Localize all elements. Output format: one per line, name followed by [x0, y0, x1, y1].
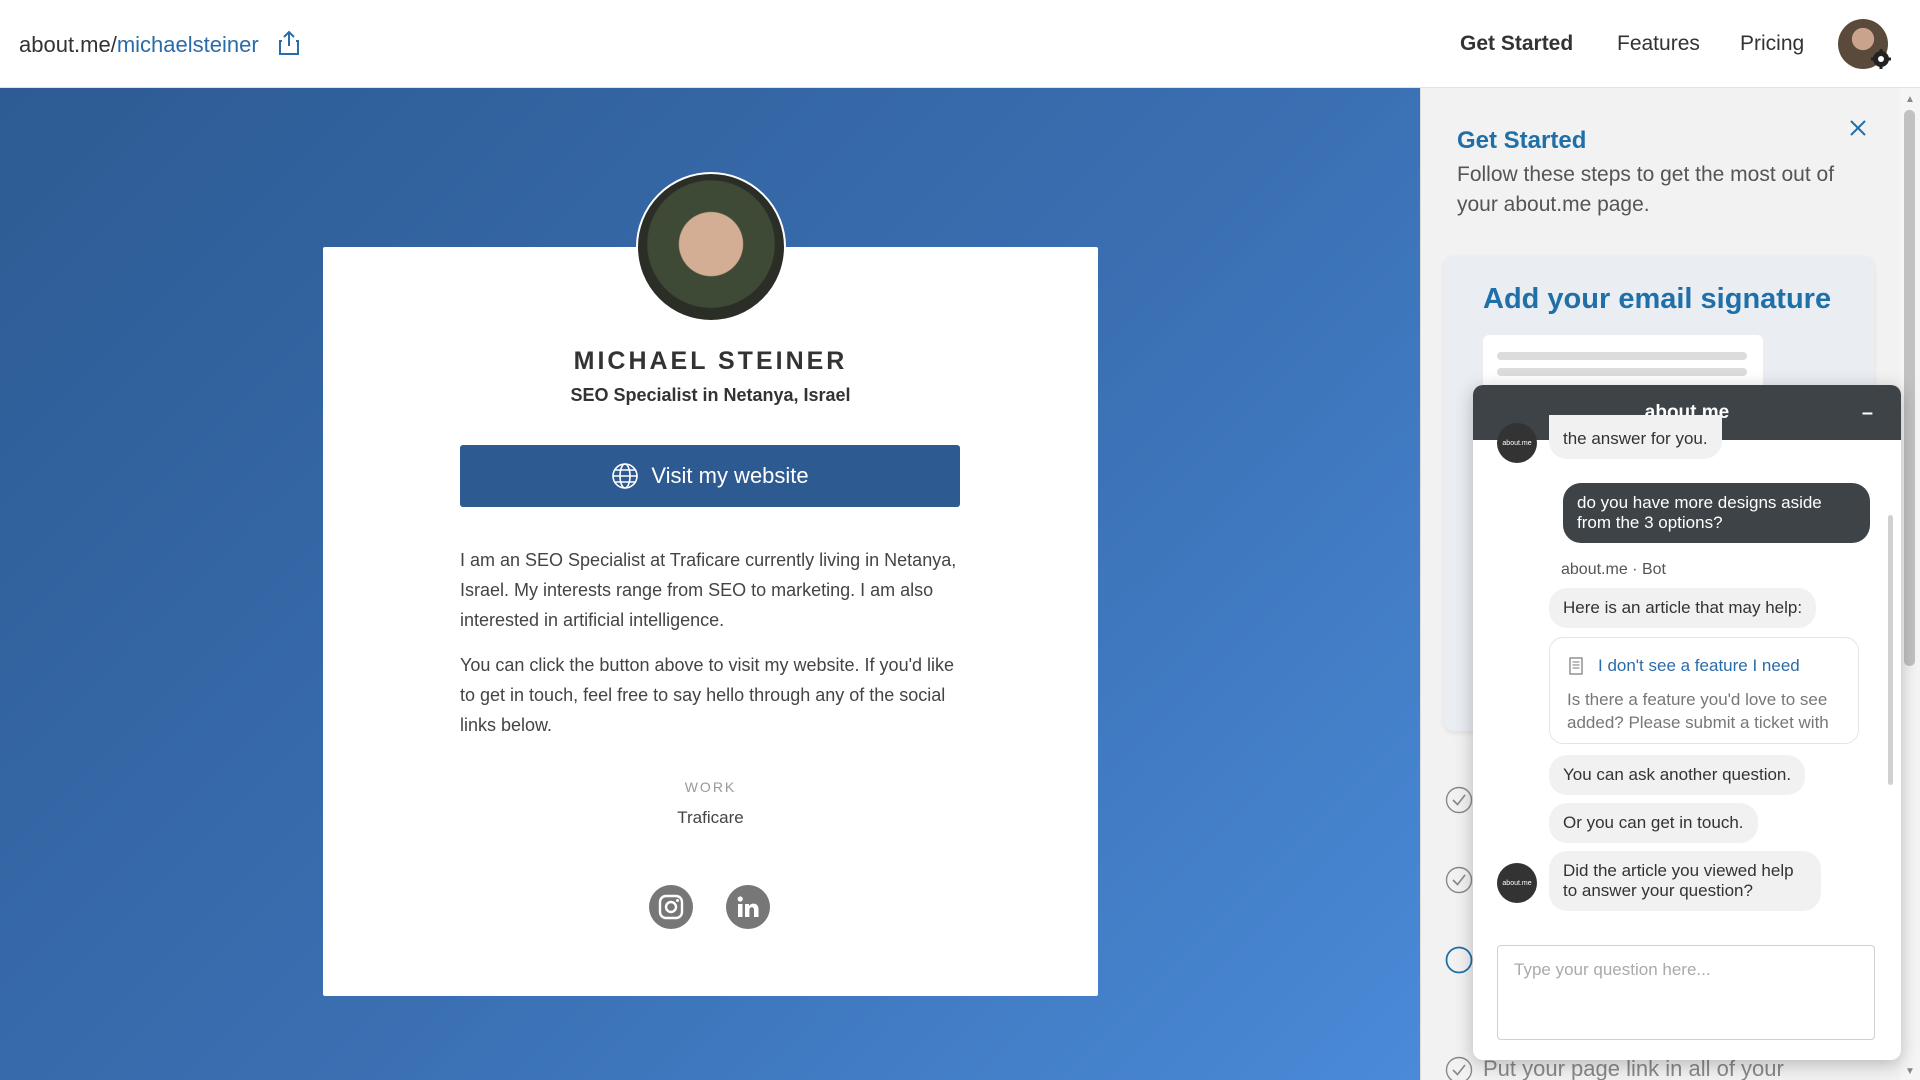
bio-paragraph-2: You can click the button above to visit … [460, 655, 955, 735]
bot-avatar-text: about.me [1502, 879, 1532, 887]
document-icon [1569, 657, 1583, 675]
nav-features[interactable]: Features [1617, 32, 1700, 56]
chat-scrollbar[interactable] [1888, 515, 1893, 785]
visit-website-label: Visit my website [651, 463, 809, 488]
bot-message: Or you can get in touch. [1549, 803, 1758, 843]
article-link[interactable]: I don't see a feature I need [1598, 656, 1800, 676]
chat-widget: about.me – about.me the answer for you. … [1473, 385, 1901, 1060]
article-card[interactable]: I don't see a feature I need Is there a … [1549, 637, 1859, 744]
bot-avatar: about.me [1497, 423, 1537, 463]
scroll-up-arrow[interactable]: ▲ [1905, 94, 1915, 105]
bot-message: Here is an article that may help: [1549, 588, 1817, 628]
bot-name: about.me [1561, 561, 1628, 578]
url-slug: michaelsteiner [116, 32, 259, 57]
instagram-icon[interactable] [649, 885, 693, 929]
profile-photo [636, 172, 786, 322]
close-icon[interactable] [1848, 118, 1868, 138]
bot-avatar: about.me [1497, 863, 1537, 903]
user-message: do you have more designs aside from the … [1563, 483, 1870, 543]
bot-meta: about.me · Bot [1561, 561, 1666, 578]
work-value: Traficare [677, 808, 744, 827]
bot-role: Bot [1641, 561, 1666, 578]
work-label: WORK [684, 779, 737, 795]
top-bar: about.me/michaelsteiner Get Started Feat… [0, 0, 1920, 88]
step-circle-icon[interactable] [1445, 946, 1473, 974]
scrollbar-thumb[interactable] [1904, 110, 1915, 666]
gear-icon[interactable] [1870, 48, 1892, 70]
email-signature-title: Add your email signature [1483, 283, 1832, 315]
article-description: Is there a feature you'd love to see add… [1567, 690, 1829, 732]
panel-subtitle: Follow these steps to get the most out o… [1457, 163, 1835, 216]
profile-name: MICHAEL STEINER [573, 347, 848, 375]
check-circle-icon[interactable] [1445, 866, 1473, 894]
bot-avatar-text: about.me [1502, 439, 1532, 447]
nav-get-started[interactable]: Get Started [1460, 32, 1573, 56]
page-url[interactable]: about.me/michaelsteiner [19, 32, 259, 58]
bio-paragraph-1: I am an SEO Specialist at Traficare curr… [460, 550, 957, 630]
share-icon[interactable] [277, 30, 301, 56]
nav-pricing[interactable]: Pricing [1740, 32, 1804, 56]
chat-question-input[interactable] [1497, 945, 1875, 1040]
minimize-button[interactable]: – [1862, 402, 1873, 425]
globe-icon [612, 463, 639, 489]
bot-message: Did the article you viewed help to answe… [1549, 851, 1821, 911]
profile-headline: SEO Specialist in Netanya, Israel [570, 385, 851, 405]
check-circle-icon[interactable] [1445, 786, 1473, 814]
panel-title: Get Started [1457, 127, 1587, 154]
url-domain: about.me/ [19, 32, 117, 57]
linkedin-icon[interactable] [726, 885, 770, 929]
check-circle-icon[interactable] [1445, 1056, 1473, 1080]
bot-message: You can ask another question. [1549, 755, 1806, 795]
scroll-down-arrow[interactable]: ▼ [1905, 1066, 1915, 1077]
preview-line [1497, 352, 1747, 360]
preview-line [1497, 368, 1747, 376]
visit-website-button[interactable]: Visit my website [460, 445, 960, 507]
bot-message: the answer for you. [1549, 415, 1722, 459]
